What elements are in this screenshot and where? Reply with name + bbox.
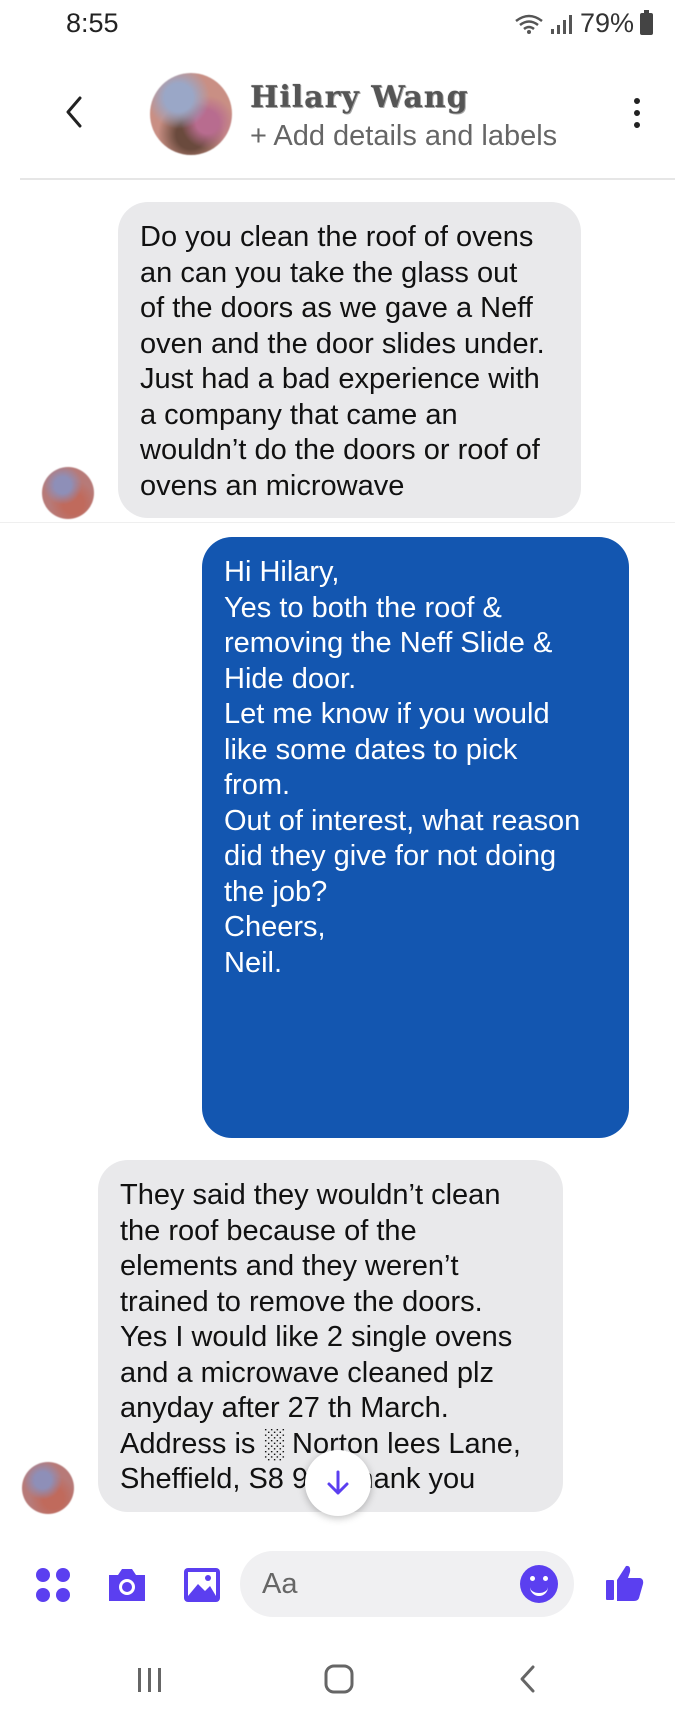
message-line: wouldn’t do the doors or roof of: [140, 434, 540, 466]
message-bubble-incoming[interactable]: Do you clean the roof of ovens an can yo…: [118, 202, 581, 518]
message-line: the roof because of the: [120, 1214, 417, 1247]
recent-apps-icon[interactable]: [135, 1665, 165, 1695]
status-time: 8:55: [66, 8, 119, 38]
message-line: ovens an microwave: [140, 469, 405, 502]
contact-avatar[interactable]: [150, 73, 232, 155]
emoji-icon[interactable]: [520, 1565, 558, 1603]
header-divider: [20, 178, 675, 180]
message-line: and a microwave cleaned plz: [120, 1356, 494, 1389]
nav-back-icon[interactable]: [515, 1663, 541, 1695]
message-line: Let me know if you would: [224, 698, 550, 730]
message-divider: [0, 522, 675, 523]
message-line: the job?: [224, 875, 328, 908]
message-line: Cheers,: [224, 911, 326, 943]
battery-icon: [640, 9, 653, 35]
battery-percent: 79%: [579, 8, 634, 38]
gallery-icon[interactable]: [182, 1566, 222, 1604]
message-line: They said they wouldn’t clean: [120, 1179, 501, 1211]
apps-icon[interactable]: [34, 1566, 72, 1604]
message-line: a company that came an: [140, 398, 458, 431]
message-input-placeholder: Aa: [262, 1568, 298, 1600]
message-line: removing the Neff Slide &: [224, 627, 553, 659]
message-line: oven and the door slides under.: [140, 327, 545, 360]
chat-header: [0, 55, 675, 180]
message-line: did they give for not doing: [224, 840, 557, 872]
message-line: Just had a bad experience with: [140, 363, 540, 395]
camera-icon[interactable]: [106, 1566, 148, 1604]
message-line: Do you clean the roof of ovens: [140, 221, 534, 253]
message-line: from.: [224, 769, 291, 801]
wifi-icon: [515, 14, 543, 34]
home-icon[interactable]: [323, 1663, 355, 1695]
message-bubble-outgoing[interactable]: Hi Hilary, Yes to both the roof & removi…: [202, 537, 629, 1138]
back-arrow-icon[interactable]: [60, 92, 90, 132]
message-line: an can you take the glass out: [140, 256, 518, 289]
thumbs-up-icon[interactable]: [604, 1562, 646, 1604]
scroll-down-button[interactable]: [305, 1450, 371, 1516]
message-line: Yes to both the roof &: [224, 591, 502, 624]
message-line: elements and they weren’t: [120, 1250, 459, 1282]
message-line: Hide door.: [224, 662, 357, 695]
message-line: trained to remove the doors.: [120, 1285, 483, 1318]
contact-name[interactable]: Hilary Wang: [250, 80, 469, 115]
message-line: Yes I would like 2 single ovens: [120, 1321, 513, 1353]
signal-icon: [550, 14, 572, 34]
message-line: Out of interest, what reason: [224, 804, 581, 837]
more-options-icon[interactable]: [632, 98, 642, 128]
add-details-link[interactable]: + Add details and labels: [250, 120, 557, 153]
message-line: like some dates to pick: [224, 733, 518, 766]
message-line: anyday after 27 th March.: [120, 1392, 449, 1424]
message-line: Neil.: [224, 946, 283, 979]
scroll-down-icon: [327, 1470, 349, 1495]
sender-avatar: [22, 1462, 74, 1514]
status-bar: 8:55 79%: [0, 0, 675, 50]
sender-avatar: [42, 467, 94, 519]
message-line: of the doors as we gave a Neff: [140, 292, 533, 324]
message-line: Hi Hilary,: [224, 556, 340, 588]
status-indicators: 79%: [514, 8, 653, 39]
